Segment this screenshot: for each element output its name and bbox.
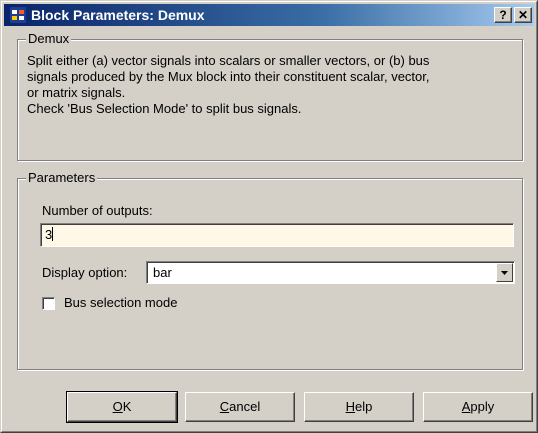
close-icon[interactable]: ✕	[514, 7, 532, 23]
dropdown-arrow-icon[interactable]	[496, 263, 513, 282]
help-icon[interactable]: ?	[494, 7, 512, 23]
description-line: or matrix signals.	[27, 85, 126, 100]
window-title: Block Parameters: Demux	[31, 7, 205, 23]
description-line: Split either (a) vector signals into sca…	[27, 53, 430, 68]
cancel-button[interactable]: Cancel	[185, 392, 295, 422]
parameters-group-legend: Parameters	[26, 170, 98, 186]
apply-button[interactable]: Apply	[423, 392, 533, 422]
description-line: Check 'Bus Selection Mode' to split bus …	[27, 101, 302, 116]
block-description: Split either (a) vector signals into sca…	[27, 53, 515, 117]
help-button[interactable]: Help	[304, 392, 414, 422]
number-of-outputs-input[interactable]: 3	[40, 223, 514, 247]
title-bar[interactable]: Block Parameters: Demux ? ✕	[4, 4, 534, 26]
block-parameters-dialog: Block Parameters: Demux ? ✕ Demux Split …	[0, 0, 538, 433]
display-option-label: Display option:	[42, 265, 128, 280]
bus-selection-mode-label[interactable]: Bus selection mode	[64, 295, 177, 311]
bus-selection-mode-checkbox[interactable]	[42, 297, 55, 310]
number-of-outputs-label: Number of outputs:	[42, 203, 153, 218]
text-cursor	[52, 227, 54, 241]
display-option-select[interactable]: bar	[146, 261, 515, 284]
description-line: signals produced by the Mux block into t…	[27, 69, 430, 84]
demux-group-legend: Demux	[26, 31, 72, 47]
ok-button[interactable]: OK	[66, 391, 178, 423]
simulink-block-icon	[10, 7, 26, 23]
parameters-group: Parameters Number of outputs: 3 Display …	[17, 170, 523, 370]
display-option-value: bar	[153, 265, 172, 280]
demux-group: Demux Split either (a) vector signals in…	[17, 31, 523, 161]
